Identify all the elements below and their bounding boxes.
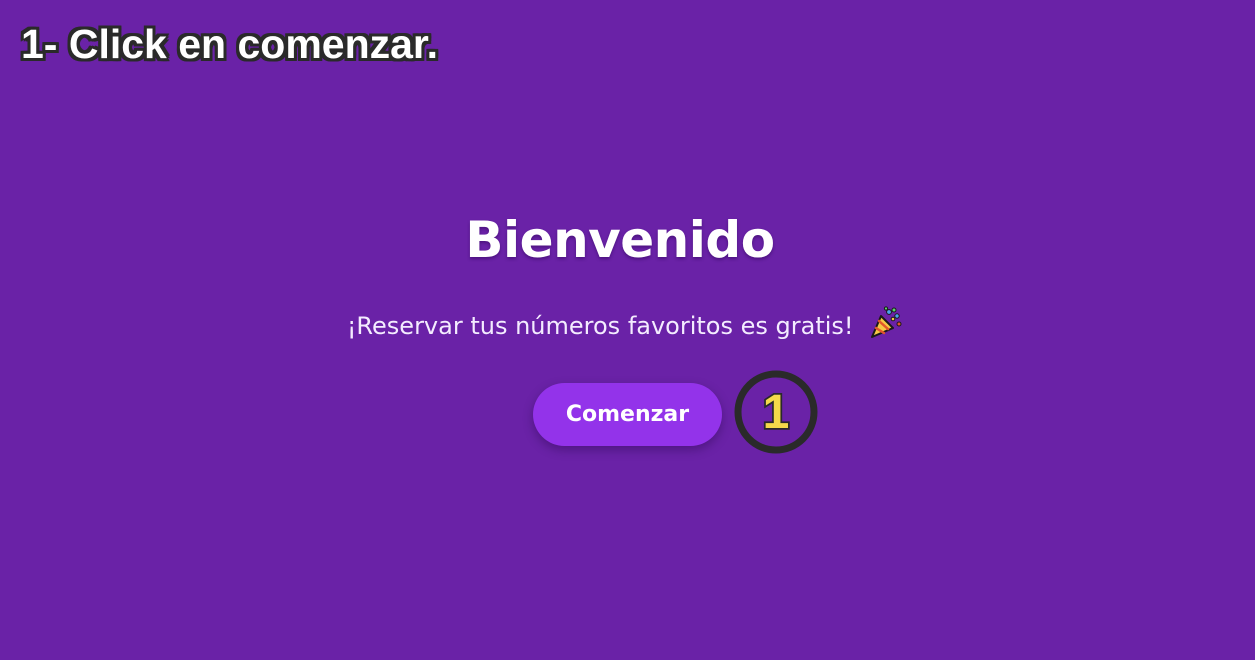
step-marker-icon: 1 (734, 370, 818, 454)
start-button[interactable]: Comenzar (533, 383, 722, 446)
party-popper-icon (869, 306, 903, 340)
welcome-subtitle: ¡Reservar tus números favoritos es grati… (346, 312, 854, 340)
welcome-section: Bienvenido ¡Reservar tus números favorit… (0, 0, 1255, 660)
step-marker-number: 1 (763, 386, 790, 439)
page-title: Bienvenido (465, 211, 775, 269)
welcome-subtitle-row: ¡Reservar tus números favoritos es grati… (0, 306, 1250, 345)
welcome-page: 1- Click en comenzar. Bienvenido ¡Reserv… (0, 0, 1255, 660)
